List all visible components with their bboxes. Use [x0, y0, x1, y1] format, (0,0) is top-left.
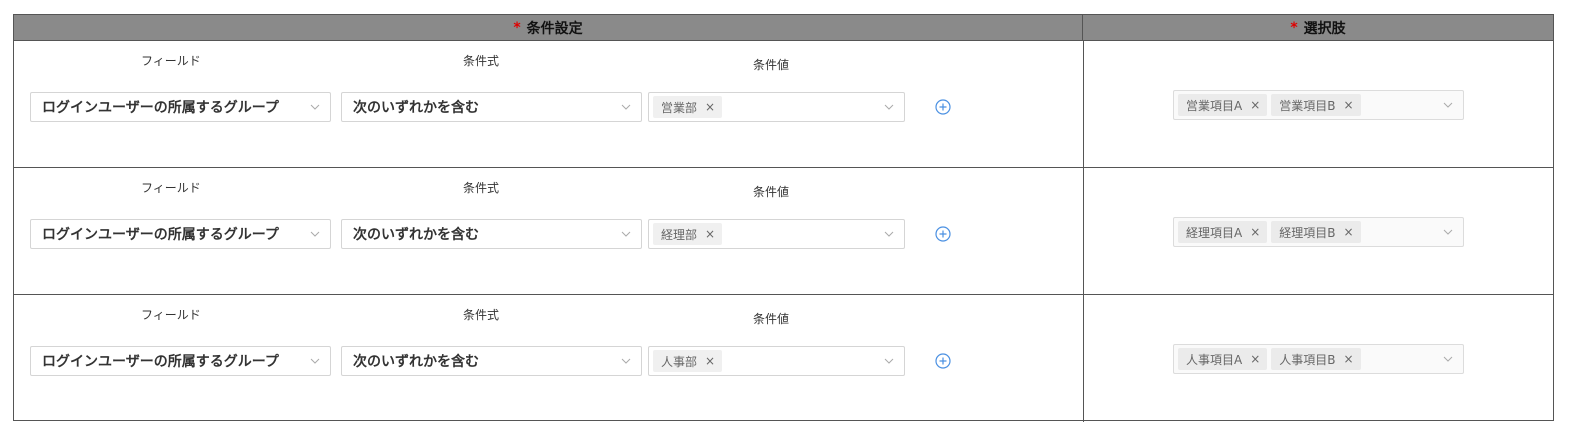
remove-tag-icon[interactable]: ×	[1250, 352, 1260, 366]
field-select-value: ログインユーザーの所属するグループ	[42, 227, 279, 243]
field-select[interactable]: ログインユーザーの所属するグループ	[30, 92, 331, 122]
field-label: フィールド	[141, 181, 201, 195]
operator-select-value: 次のいずれかを含む	[353, 227, 479, 243]
value-tag-label: 営業部	[661, 100, 698, 115]
table-header: * 条件設定 * 選択肢	[14, 15, 1553, 41]
choice-tag-label: 人事項目B	[1279, 352, 1336, 367]
choices-multiselect[interactable]: 営業項目A × 営業項目B ×	[1173, 90, 1464, 120]
condition-table: * 条件設定 * 選択肢 フィールド 条件式 条件値 ログインユーザーの所属する…	[13, 14, 1554, 422]
condition-row: フィールド 条件式 条件値 ログインユーザーの所属するグループ 次のいずれかを含…	[14, 295, 1553, 422]
remove-tag-icon[interactable]: ×	[1344, 225, 1354, 239]
value-multiselect[interactable]: 人事部 ×	[648, 346, 905, 376]
remove-tag-icon[interactable]: ×	[1344, 352, 1354, 366]
field-select[interactable]: ログインユーザーの所属するグループ	[30, 219, 331, 249]
value-tag: 営業部 ×	[653, 96, 723, 118]
choices-multiselect[interactable]: 人事項目A × 人事項目B ×	[1173, 344, 1464, 374]
chevron-down-icon	[884, 356, 894, 366]
value-tag: 人事部 ×	[653, 350, 723, 372]
condition-row: フィールド 条件式 条件値 ログインユーザーの所属するグループ 次のいずれかを含…	[14, 41, 1553, 168]
operator-label: 条件式	[463, 54, 500, 68]
remove-tag-icon[interactable]: ×	[1250, 225, 1260, 239]
choices-title: 選択肢	[1303, 20, 1346, 37]
field-select[interactable]: ログインユーザーの所属するグループ	[30, 346, 331, 376]
chevron-down-icon	[884, 229, 894, 239]
choice-tag-label: 営業項目A	[1186, 98, 1243, 113]
plus-circle-icon[interactable]	[935, 226, 951, 242]
required-mark: *	[513, 19, 521, 36]
condition-row: フィールド 条件式 条件値 ログインユーザーの所属するグループ 次のいずれかを含…	[14, 168, 1553, 295]
choice-tag-label: 経理項目B	[1279, 225, 1336, 240]
remove-tag-icon[interactable]: ×	[705, 227, 715, 241]
column-divider	[1083, 41, 1084, 167]
chevron-down-icon	[310, 102, 320, 112]
chevron-down-icon	[310, 229, 320, 239]
chevron-down-icon	[621, 229, 631, 239]
chevron-down-icon	[621, 102, 631, 112]
choice-tag: 経理項目B ×	[1271, 221, 1361, 243]
choice-tag-label: 人事項目A	[1186, 352, 1243, 367]
value-tag-label: 人事部	[661, 354, 698, 369]
choice-tag: 人事項目A ×	[1178, 348, 1268, 370]
operator-select[interactable]: 次のいずれかを含む	[341, 219, 642, 249]
value-label: 条件値	[753, 312, 790, 326]
chevron-down-icon	[1443, 227, 1453, 237]
value-label: 条件値	[753, 185, 790, 199]
chevron-down-icon	[1443, 354, 1453, 364]
operator-label: 条件式	[463, 181, 500, 195]
field-select-value: ログインユーザーの所属するグループ	[42, 354, 279, 370]
plus-circle-icon[interactable]	[935, 99, 951, 115]
chevron-down-icon	[1443, 100, 1453, 110]
operator-select[interactable]: 次のいずれかを含む	[341, 92, 642, 122]
column-divider	[1083, 295, 1084, 422]
required-mark: *	[1290, 19, 1298, 36]
value-tag: 経理部 ×	[653, 223, 723, 245]
chevron-down-icon	[310, 356, 320, 366]
remove-tag-icon[interactable]: ×	[1344, 98, 1354, 112]
choice-tag: 人事項目B ×	[1271, 348, 1361, 370]
field-label: フィールド	[141, 308, 201, 322]
choices-multiselect[interactable]: 経理項目A × 経理項目B ×	[1173, 217, 1464, 247]
field-label: フィールド	[141, 54, 201, 68]
remove-tag-icon[interactable]: ×	[705, 100, 715, 114]
choice-tag-label: 経理項目A	[1186, 225, 1243, 240]
condition-title: 条件設定	[526, 20, 583, 37]
condition-header: * 条件設定	[14, 15, 1083, 40]
remove-tag-icon[interactable]: ×	[1250, 98, 1260, 112]
choice-tag: 経理項目A ×	[1178, 221, 1268, 243]
remove-tag-icon[interactable]: ×	[705, 354, 715, 368]
operator-label: 条件式	[463, 308, 500, 322]
value-tag-label: 経理部	[661, 227, 698, 242]
value-multiselect[interactable]: 営業部 ×	[648, 92, 905, 122]
plus-circle-icon[interactable]	[935, 353, 951, 369]
field-select-value: ログインユーザーの所属するグループ	[42, 100, 279, 116]
operator-select-value: 次のいずれかを含む	[353, 354, 479, 370]
chevron-down-icon	[621, 356, 631, 366]
value-multiselect[interactable]: 経理部 ×	[648, 219, 905, 249]
operator-select-value: 次のいずれかを含む	[353, 100, 479, 116]
choice-tag-label: 営業項目B	[1279, 98, 1336, 113]
operator-select[interactable]: 次のいずれかを含む	[341, 346, 642, 376]
chevron-down-icon	[884, 102, 894, 112]
choice-tag: 営業項目B ×	[1271, 94, 1361, 116]
choice-tag: 営業項目A ×	[1178, 94, 1268, 116]
value-label: 条件値	[753, 58, 790, 72]
column-divider	[1083, 168, 1084, 294]
choices-header: * 選択肢	[1083, 15, 1553, 40]
